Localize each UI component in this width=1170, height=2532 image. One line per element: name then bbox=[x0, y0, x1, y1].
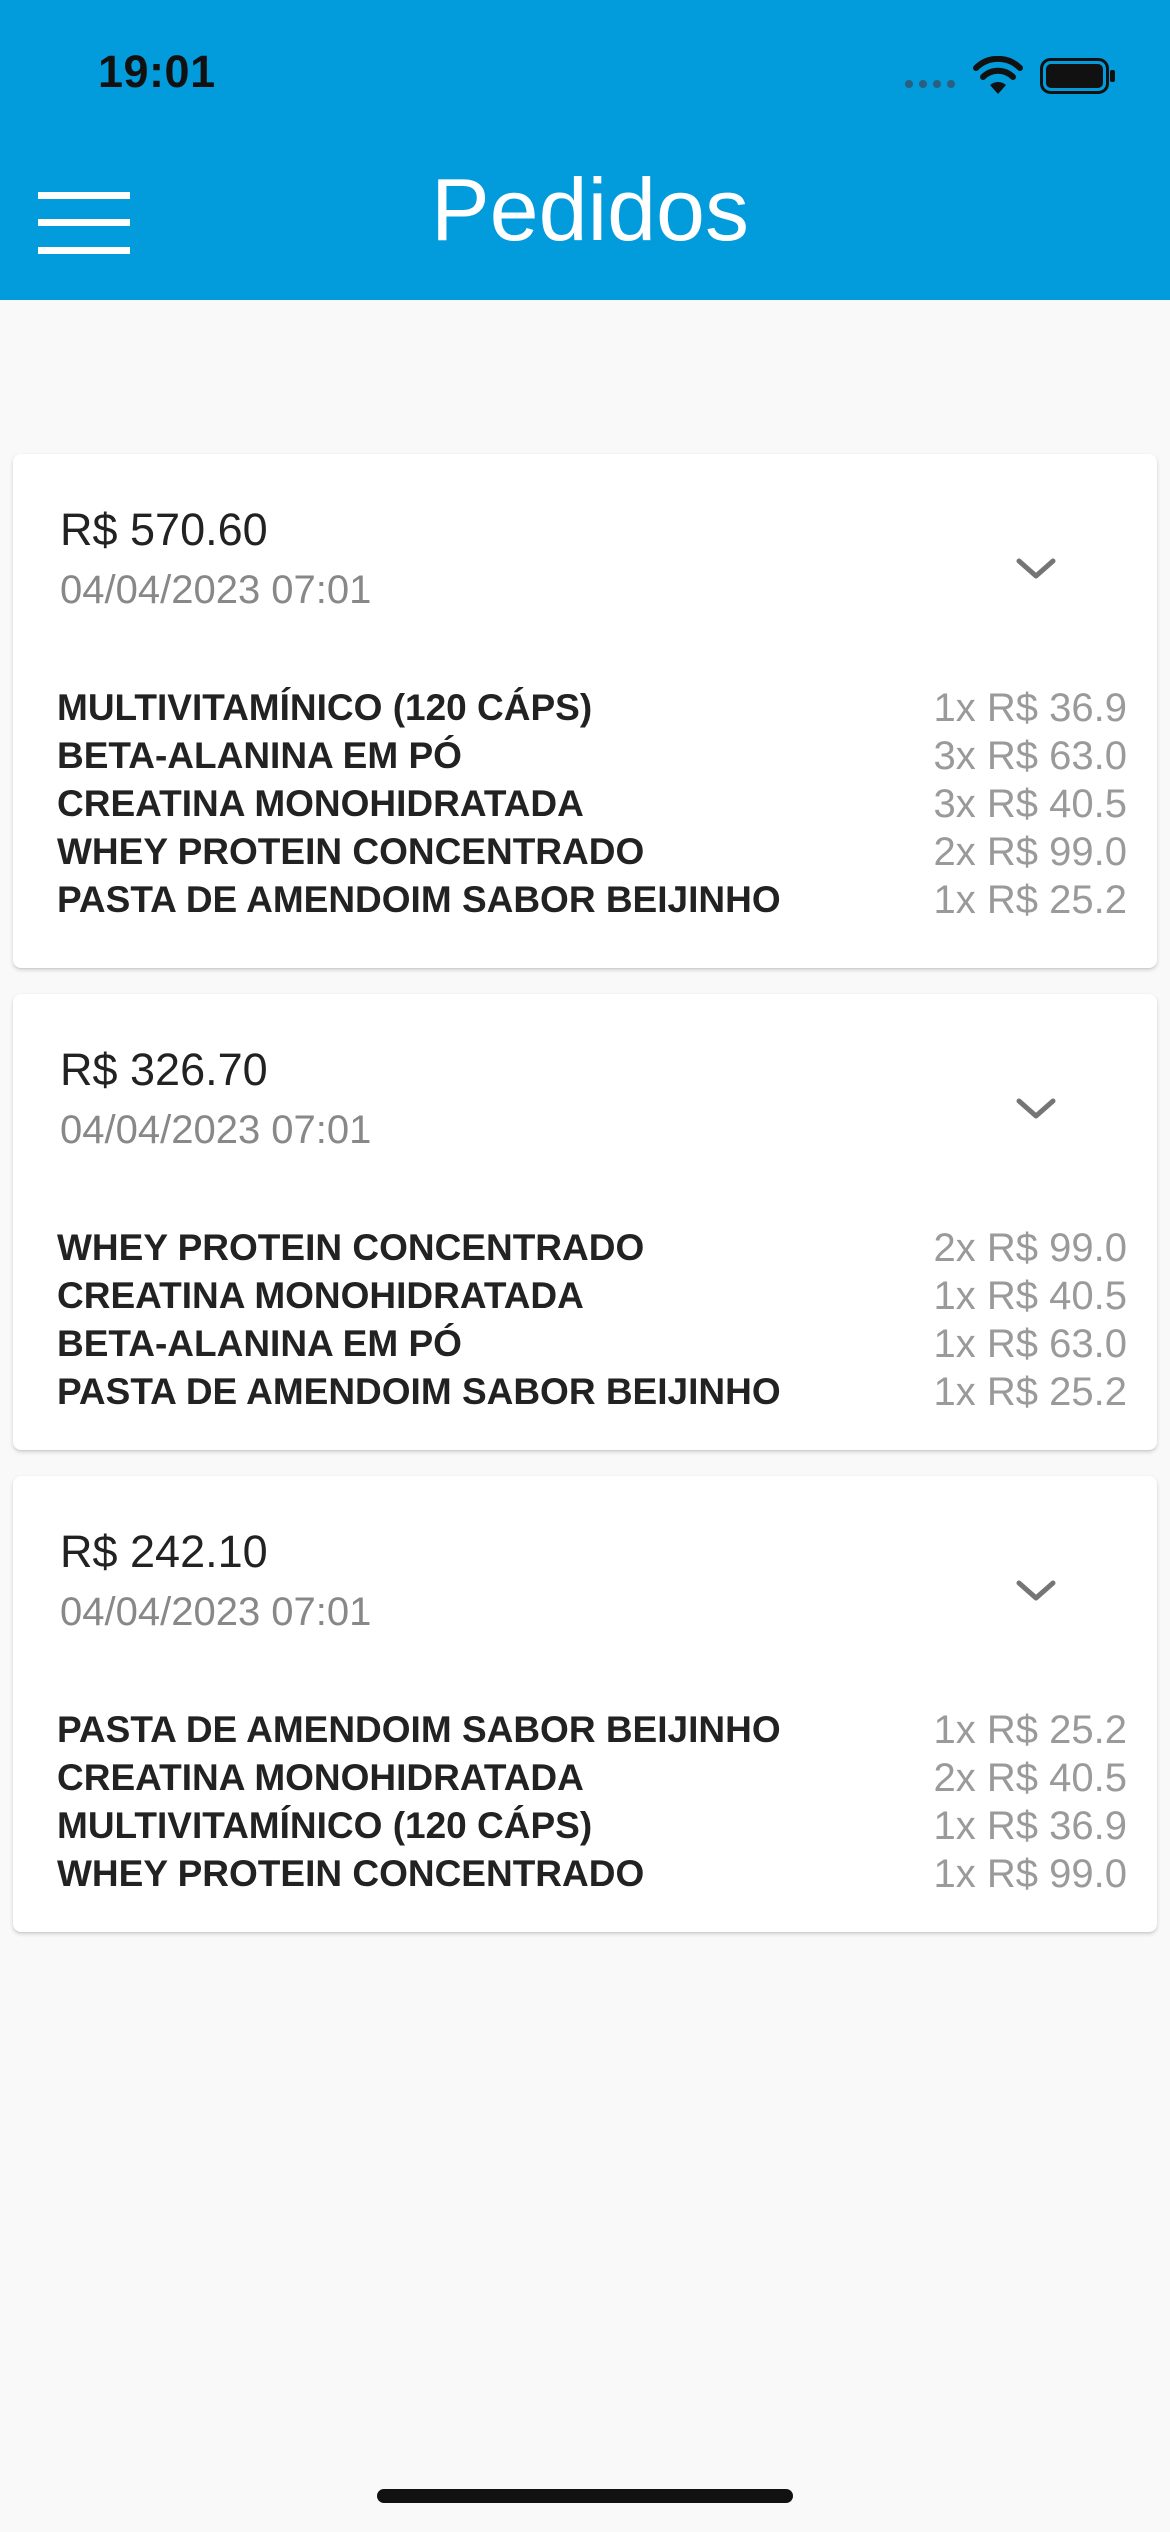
item-name: MULTIVITAMÍNICO (120 CÁPS) bbox=[57, 687, 593, 728]
order-item: PASTA DE AMENDOIM SABOR BEIJINHO 1x R$ 2… bbox=[57, 1368, 1127, 1416]
item-price: 1x R$ 36.9 bbox=[933, 1803, 1127, 1848]
item-name: PASTA DE AMENDOIM SABOR BEIJINHO bbox=[57, 1709, 781, 1750]
item-name: PASTA DE AMENDOIM SABOR BEIJINHO bbox=[57, 1371, 781, 1412]
item-name: WHEY PROTEIN CONCENTRADO bbox=[57, 1853, 645, 1894]
item-price: 2x R$ 40.5 bbox=[933, 1755, 1127, 1800]
chevron-down-icon[interactable] bbox=[1013, 554, 1059, 584]
order-item: BETA-ALANINA EM PÓ 3x R$ 63.0 bbox=[57, 732, 1127, 780]
item-price: 1x R$ 25.2 bbox=[933, 1707, 1127, 1752]
order-item: WHEY PROTEIN CONCENTRADO 2x R$ 99.0 bbox=[57, 828, 1127, 876]
order-total: R$ 326.70 bbox=[60, 1044, 268, 1095]
wifi-icon bbox=[973, 56, 1023, 94]
order-items-list: MULTIVITAMÍNICO (120 CÁPS) 1x R$ 36.9 BE… bbox=[57, 684, 1127, 924]
order-item: PASTA DE AMENDOIM SABOR BEIJINHO 1x R$ 2… bbox=[57, 876, 1127, 924]
item-name: WHEY PROTEIN CONCENTRADO bbox=[57, 831, 645, 872]
item-price: 1x R$ 63.0 bbox=[933, 1321, 1127, 1366]
cellular-signal-icon bbox=[905, 80, 955, 88]
chevron-down-icon[interactable] bbox=[1013, 1576, 1059, 1606]
order-item: MULTIVITAMÍNICO (120 CÁPS) 1x R$ 36.9 bbox=[57, 1802, 1127, 1850]
item-price: 2x R$ 99.0 bbox=[933, 829, 1127, 874]
order-date: 04/04/2023 07:01 bbox=[60, 1590, 372, 1634]
order-card[interactable]: R$ 570.60 04/04/2023 07:01 MULTIVITAMÍNI… bbox=[13, 454, 1157, 968]
order-date: 04/04/2023 07:01 bbox=[60, 568, 372, 612]
home-indicator[interactable] bbox=[377, 2489, 793, 2503]
order-date: 04/04/2023 07:01 bbox=[60, 1108, 372, 1152]
chevron-down-icon[interactable] bbox=[1013, 1094, 1059, 1124]
item-name: CREATINA MONOHIDRATADA bbox=[57, 783, 584, 824]
order-total: R$ 570.60 bbox=[60, 504, 268, 555]
item-price: 1x R$ 99.0 bbox=[933, 1851, 1127, 1896]
item-price: 3x R$ 40.5 bbox=[933, 781, 1127, 826]
battery-icon bbox=[1040, 58, 1115, 94]
item-name: PASTA DE AMENDOIM SABOR BEIJINHO bbox=[57, 879, 781, 920]
order-item: BETA-ALANINA EM PÓ 1x R$ 63.0 bbox=[57, 1320, 1127, 1368]
item-price: 1x R$ 36.9 bbox=[933, 685, 1127, 730]
status-time: 19:01 bbox=[98, 46, 216, 97]
item-price: 1x R$ 25.2 bbox=[933, 1369, 1127, 1414]
item-name: BETA-ALANINA EM PÓ bbox=[57, 735, 462, 776]
app-header: 19:01 Pedidos bbox=[0, 0, 1170, 300]
order-item: WHEY PROTEIN CONCENTRADO 1x R$ 99.0 bbox=[57, 1850, 1127, 1898]
item-price: 3x R$ 63.0 bbox=[933, 733, 1127, 778]
item-price: 2x R$ 99.0 bbox=[933, 1225, 1127, 1270]
order-item: CREATINA MONOHIDRATADA 1x R$ 40.5 bbox=[57, 1272, 1127, 1320]
item-price: 1x R$ 25.2 bbox=[933, 877, 1127, 922]
order-item: WHEY PROTEIN CONCENTRADO 2x R$ 99.0 bbox=[57, 1224, 1127, 1272]
order-card[interactable]: R$ 326.70 04/04/2023 07:01 WHEY PROTEIN … bbox=[13, 994, 1157, 1450]
order-items-list: PASTA DE AMENDOIM SABOR BEIJINHO 1x R$ 2… bbox=[57, 1706, 1127, 1898]
order-item: PASTA DE AMENDOIM SABOR BEIJINHO 1x R$ 2… bbox=[57, 1706, 1127, 1754]
order-items-list: WHEY PROTEIN CONCENTRADO 2x R$ 99.0 CREA… bbox=[57, 1224, 1127, 1416]
order-item: CREATINA MONOHIDRATADA 3x R$ 40.5 bbox=[57, 780, 1127, 828]
order-card[interactable]: R$ 242.10 04/04/2023 07:01 PASTA DE AMEN… bbox=[13, 1476, 1157, 1932]
item-name: WHEY PROTEIN CONCENTRADO bbox=[57, 1227, 645, 1268]
item-price: 1x R$ 40.5 bbox=[933, 1273, 1127, 1318]
item-name: BETA-ALANINA EM PÓ bbox=[57, 1323, 462, 1364]
order-item: MULTIVITAMÍNICO (120 CÁPS) 1x R$ 36.9 bbox=[57, 684, 1127, 732]
order-total: R$ 242.10 bbox=[60, 1526, 268, 1577]
item-name: CREATINA MONOHIDRATADA bbox=[57, 1275, 584, 1316]
item-name: MULTIVITAMÍNICO (120 CÁPS) bbox=[57, 1805, 593, 1846]
item-name: CREATINA MONOHIDRATADA bbox=[57, 1757, 584, 1798]
page-title: Pedidos bbox=[430, 160, 749, 259]
order-item: CREATINA MONOHIDRATADA 2x R$ 40.5 bbox=[57, 1754, 1127, 1802]
